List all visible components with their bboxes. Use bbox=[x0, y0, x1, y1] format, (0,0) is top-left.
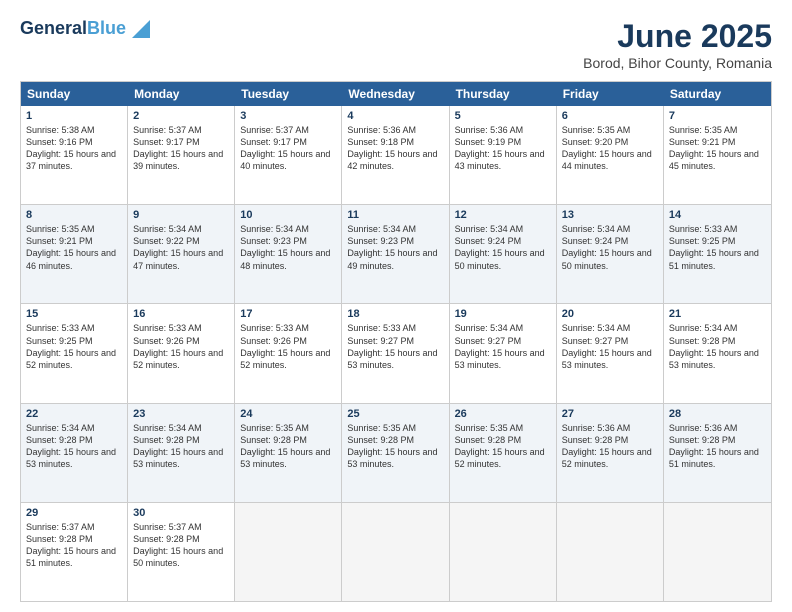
day-2: 2 Sunrise: 5:37 AM Sunset: 9:17 PM Dayli… bbox=[128, 106, 235, 204]
day-16: 16 Sunrise: 5:33 AM Sunset: 9:26 PM Dayl… bbox=[128, 304, 235, 402]
header-thursday: Thursday bbox=[450, 82, 557, 106]
header-tuesday: Tuesday bbox=[235, 82, 342, 106]
day-6: 6 Sunrise: 5:35 AM Sunset: 9:20 PM Dayli… bbox=[557, 106, 664, 204]
day-25: 25 Sunrise: 5:35 AM Sunset: 9:28 PM Dayl… bbox=[342, 404, 449, 502]
day-26: 26 Sunrise: 5:35 AM Sunset: 9:28 PM Dayl… bbox=[450, 404, 557, 502]
day-12: 12 Sunrise: 5:34 AM Sunset: 9:24 PM Dayl… bbox=[450, 205, 557, 303]
day-13: 13 Sunrise: 5:34 AM Sunset: 9:24 PM Dayl… bbox=[557, 205, 664, 303]
day-19: 19 Sunrise: 5:34 AM Sunset: 9:27 PM Dayl… bbox=[450, 304, 557, 402]
day-28: 28 Sunrise: 5:36 AM Sunset: 9:28 PM Dayl… bbox=[664, 404, 771, 502]
logo-arrow-icon bbox=[128, 20, 150, 38]
header-sunday: Sunday bbox=[21, 82, 128, 106]
header-friday: Friday bbox=[557, 82, 664, 106]
week-row-3: 15 Sunrise: 5:33 AM Sunset: 9:25 PM Dayl… bbox=[21, 304, 771, 403]
day-30: 30 Sunrise: 5:37 AM Sunset: 9:28 PM Dayl… bbox=[128, 503, 235, 601]
week-row-5: 29 Sunrise: 5:37 AM Sunset: 9:28 PM Dayl… bbox=[21, 503, 771, 601]
day-3: 3 Sunrise: 5:37 AM Sunset: 9:17 PM Dayli… bbox=[235, 106, 342, 204]
calendar-body: 1 Sunrise: 5:38 AM Sunset: 9:16 PM Dayli… bbox=[21, 106, 771, 601]
day-10: 10 Sunrise: 5:34 AM Sunset: 9:23 PM Dayl… bbox=[235, 205, 342, 303]
week-row-2: 8 Sunrise: 5:35 AM Sunset: 9:21 PM Dayli… bbox=[21, 205, 771, 304]
day-27: 27 Sunrise: 5:36 AM Sunset: 9:28 PM Dayl… bbox=[557, 404, 664, 502]
day-24: 24 Sunrise: 5:35 AM Sunset: 9:28 PM Dayl… bbox=[235, 404, 342, 502]
day-29: 29 Sunrise: 5:37 AM Sunset: 9:28 PM Dayl… bbox=[21, 503, 128, 601]
day-15: 15 Sunrise: 5:33 AM Sunset: 9:25 PM Dayl… bbox=[21, 304, 128, 402]
header-monday: Monday bbox=[128, 82, 235, 106]
header-wednesday: Wednesday bbox=[342, 82, 449, 106]
day-1: 1 Sunrise: 5:38 AM Sunset: 9:16 PM Dayli… bbox=[21, 106, 128, 204]
calendar-header: Sunday Monday Tuesday Wednesday Thursday… bbox=[21, 82, 771, 106]
day-23: 23 Sunrise: 5:34 AM Sunset: 9:28 PM Dayl… bbox=[128, 404, 235, 502]
empty-cell-2 bbox=[342, 503, 449, 601]
header: GeneralBlue June 2025 Borod, Bihor Count… bbox=[20, 18, 772, 71]
day-20: 20 Sunrise: 5:34 AM Sunset: 9:27 PM Dayl… bbox=[557, 304, 664, 402]
day-4: 4 Sunrise: 5:36 AM Sunset: 9:18 PM Dayli… bbox=[342, 106, 449, 204]
week-row-4: 22 Sunrise: 5:34 AM Sunset: 9:28 PM Dayl… bbox=[21, 404, 771, 503]
header-saturday: Saturday bbox=[664, 82, 771, 106]
empty-cell-4 bbox=[557, 503, 664, 601]
week-row-1: 1 Sunrise: 5:38 AM Sunset: 9:16 PM Dayli… bbox=[21, 106, 771, 205]
day-17: 17 Sunrise: 5:33 AM Sunset: 9:26 PM Dayl… bbox=[235, 304, 342, 402]
empty-cell-3 bbox=[450, 503, 557, 601]
empty-cell-5 bbox=[664, 503, 771, 601]
day-8: 8 Sunrise: 5:35 AM Sunset: 9:21 PM Dayli… bbox=[21, 205, 128, 303]
main-title: June 2025 bbox=[583, 18, 772, 55]
title-area: June 2025 Borod, Bihor County, Romania bbox=[583, 18, 772, 71]
day-22: 22 Sunrise: 5:34 AM Sunset: 9:28 PM Dayl… bbox=[21, 404, 128, 502]
logo: GeneralBlue bbox=[20, 18, 150, 39]
day-11: 11 Sunrise: 5:34 AM Sunset: 9:23 PM Dayl… bbox=[342, 205, 449, 303]
subtitle: Borod, Bihor County, Romania bbox=[583, 55, 772, 71]
calendar: Sunday Monday Tuesday Wednesday Thursday… bbox=[20, 81, 772, 602]
page: GeneralBlue June 2025 Borod, Bihor Count… bbox=[0, 0, 792, 612]
day-21: 21 Sunrise: 5:34 AM Sunset: 9:28 PM Dayl… bbox=[664, 304, 771, 402]
day-9: 9 Sunrise: 5:34 AM Sunset: 9:22 PM Dayli… bbox=[128, 205, 235, 303]
day-5: 5 Sunrise: 5:36 AM Sunset: 9:19 PM Dayli… bbox=[450, 106, 557, 204]
day-7: 7 Sunrise: 5:35 AM Sunset: 9:21 PM Dayli… bbox=[664, 106, 771, 204]
logo-text: GeneralBlue bbox=[20, 18, 126, 39]
day-18: 18 Sunrise: 5:33 AM Sunset: 9:27 PM Dayl… bbox=[342, 304, 449, 402]
empty-cell-1 bbox=[235, 503, 342, 601]
day-14: 14 Sunrise: 5:33 AM Sunset: 9:25 PM Dayl… bbox=[664, 205, 771, 303]
